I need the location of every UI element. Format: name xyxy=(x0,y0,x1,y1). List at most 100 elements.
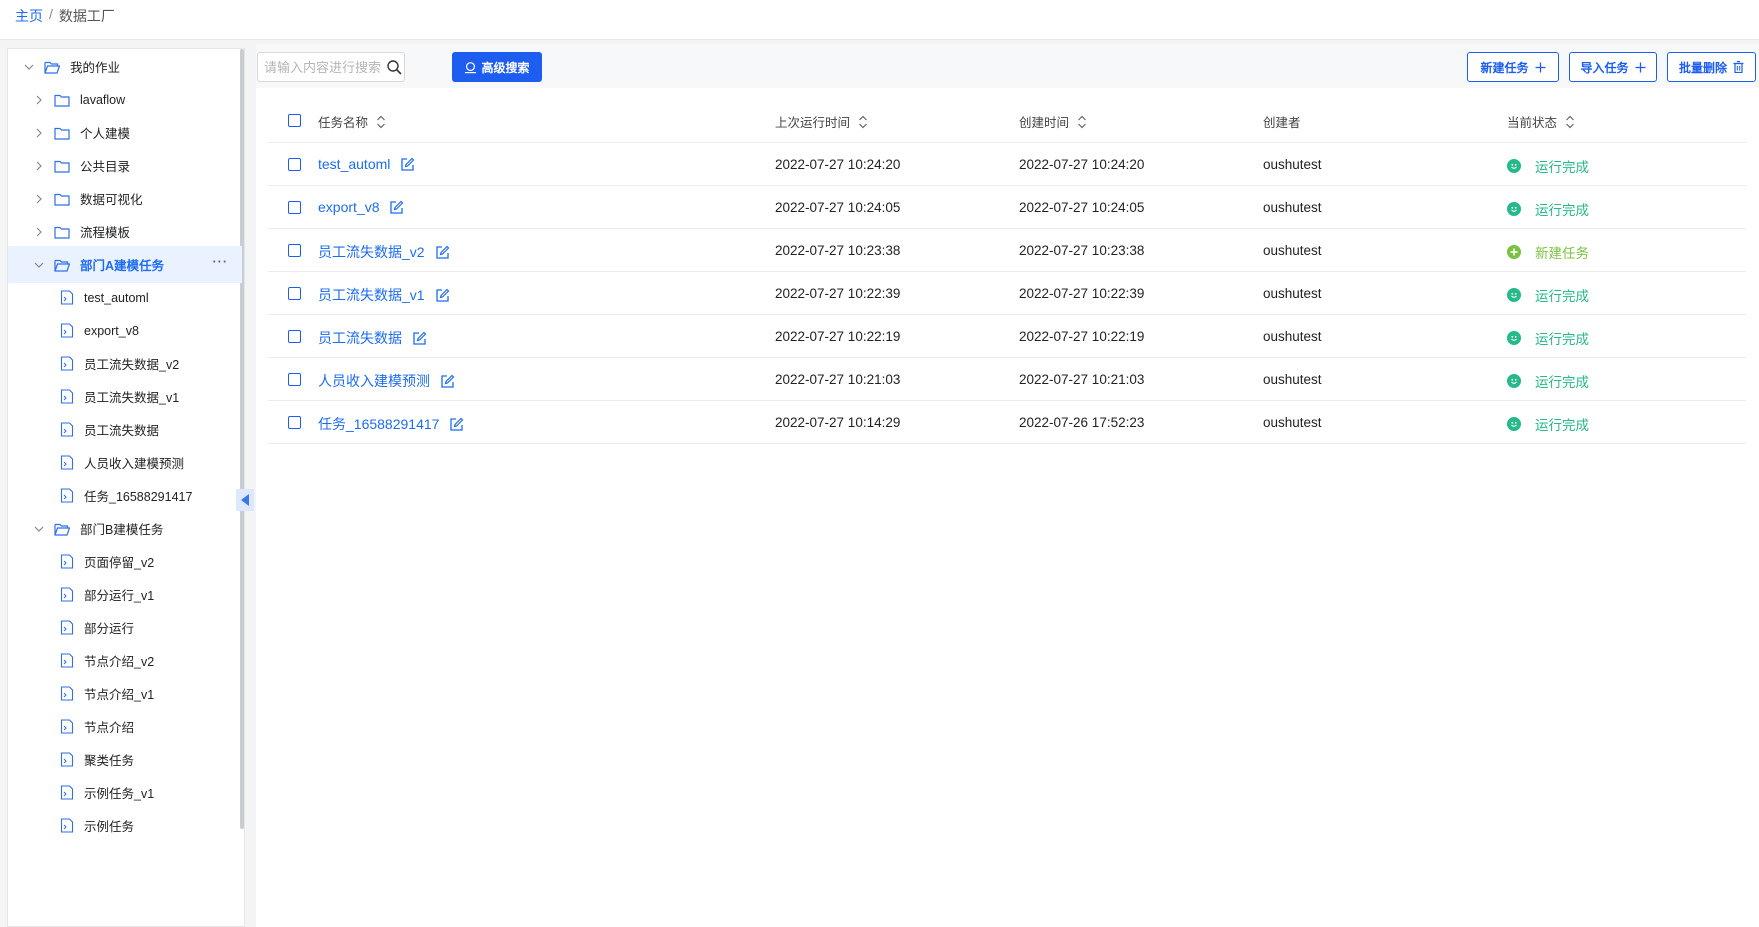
chevron-right-icon[interactable] xyxy=(32,126,46,140)
task-table: 任务名称 上次运行时间 创建时间 创建者 当前状态 test_automl 202… xyxy=(268,98,1746,444)
edit-icon[interactable] xyxy=(400,157,415,172)
task-name-link[interactable]: 员工流失数据_v1 xyxy=(318,285,450,305)
task-file-icon xyxy=(60,488,84,503)
tree-item-task[interactable]: 示例任务_v1 xyxy=(8,774,242,811)
row-checkbox[interactable] xyxy=(288,416,301,429)
tree-item-task[interactable]: 节点介绍 xyxy=(8,708,242,745)
edit-icon[interactable] xyxy=(389,200,404,215)
advanced-search-label: 高级搜索 xyxy=(481,60,530,75)
table-row[interactable]: export_v8 2022-07-27 10:24:05 2022-07-27 1… xyxy=(268,186,1746,229)
chevron-right-icon[interactable] xyxy=(32,192,46,206)
tree-folder[interactable]: 流程模板 xyxy=(8,213,242,250)
tree-item-task[interactable]: 任务_16588291417 xyxy=(8,477,242,514)
chevron-down-icon[interactable] xyxy=(22,60,36,74)
tree-item-task[interactable]: test_automl xyxy=(8,279,242,316)
table-row[interactable]: 任务_16588291417 2022-07-27 10:14:29 2022-07… xyxy=(268,401,1746,444)
table-row[interactable]: 员工流失数据_v1 2022-07-27 10:22:39 2022-07-27 1… xyxy=(268,272,1746,315)
task-name-link[interactable]: 人员收入建模预测 xyxy=(318,371,455,391)
tree-item-task[interactable]: 员工流失数据_v2 xyxy=(8,345,242,382)
row-checkbox[interactable] xyxy=(288,158,301,171)
task-name-link[interactable]: 任务_16588291417 xyxy=(318,414,464,434)
trash-icon xyxy=(1733,61,1744,73)
table-row[interactable]: 员工流失数据_v2 2022-07-27 10:23:38 2022-07-27 1… xyxy=(268,229,1746,272)
edit-icon[interactable] xyxy=(435,288,450,303)
chevron-right-icon[interactable] xyxy=(32,93,46,107)
tree-item-task[interactable]: 部分运行 xyxy=(8,609,242,646)
column-header-status[interactable]: 当前状态 xyxy=(1507,112,1575,131)
tree-folder[interactable]: lavaflow xyxy=(8,81,242,118)
task-name: 人员收入建模预测 xyxy=(318,373,430,389)
task-name-link[interactable]: 员工流失数据_v2 xyxy=(318,242,450,262)
chevron-right-icon[interactable] xyxy=(32,159,46,173)
table-row[interactable]: 员工流失数据 2022-07-27 10:22:19 2022-07-27 10:2… xyxy=(268,315,1746,358)
task-name: 员工流失数据 xyxy=(318,330,402,346)
status-badge: 新建任务 xyxy=(1507,242,1589,262)
task-name: test_automl xyxy=(318,156,391,172)
column-header-created[interactable]: 创建时间 xyxy=(1019,112,1087,131)
folder-icon xyxy=(46,159,80,173)
sidebar-collapse-button[interactable] xyxy=(236,489,254,511)
select-all-checkbox[interactable] xyxy=(288,114,301,127)
created-time: 2022-07-27 10:23:38 xyxy=(1019,243,1145,258)
tree-item-task[interactable]: 示例任务 xyxy=(8,807,242,844)
tree-item-task[interactable]: 聚类任务 xyxy=(8,741,242,778)
task-name-link[interactable]: export_v8 xyxy=(318,199,404,215)
chevron-down-icon[interactable] xyxy=(32,258,46,272)
tree-item-task[interactable]: 部分运行_v1 xyxy=(8,576,242,613)
search-icon[interactable] xyxy=(386,59,402,75)
row-checkbox[interactable] xyxy=(288,287,301,300)
folder-icon xyxy=(46,522,80,536)
smile-icon xyxy=(1507,288,1521,302)
new-task-button[interactable]: 新建任务 xyxy=(1467,52,1559,82)
breadcrumb: 主页 / 数据工厂 xyxy=(15,6,115,26)
batch-delete-button[interactable]: 批量删除 xyxy=(1667,52,1756,82)
created-time: 2022-07-27 10:24:05 xyxy=(1019,200,1145,215)
row-checkbox[interactable] xyxy=(288,330,301,343)
tree-folder-dept-b[interactable]: 部门B建模任务 xyxy=(8,510,242,547)
advanced-search-button[interactable]: 高级搜索 xyxy=(452,52,542,82)
more-options-icon[interactable]: ··· xyxy=(213,255,229,269)
row-checkbox[interactable] xyxy=(288,244,301,257)
edit-icon[interactable] xyxy=(435,245,450,260)
task-file-icon xyxy=(60,620,84,635)
table-row[interactable]: test_automl 2022-07-27 10:24:20 2022-07-27… xyxy=(268,143,1746,186)
breadcrumb-home-link[interactable]: 主页 xyxy=(15,6,43,26)
tree-item-task[interactable]: 员工流失数据_v1 xyxy=(8,378,242,415)
edit-icon[interactable] xyxy=(440,374,455,389)
tree-label: 示例任务 xyxy=(84,820,135,834)
chevron-down-icon[interactable] xyxy=(32,522,46,536)
row-checkbox[interactable] xyxy=(288,201,301,214)
table-row[interactable]: 人员收入建模预测 2022-07-27 10:21:03 2022-07-27 10… xyxy=(268,358,1746,401)
tree-folder[interactable]: 数据可视化 xyxy=(8,180,242,217)
creator: oushutest xyxy=(1263,200,1322,215)
row-checkbox[interactable] xyxy=(288,373,301,386)
edit-icon[interactable] xyxy=(449,417,464,432)
edit-icon[interactable] xyxy=(412,331,427,346)
tree-label: 流程模板 xyxy=(80,226,131,240)
tree-item-task[interactable]: 人员收入建模预测 xyxy=(8,444,242,481)
tree-label: 我的作业 xyxy=(70,61,121,75)
tree-folder[interactable]: 个人建模 xyxy=(8,114,242,151)
task-name-link[interactable]: 员工流失数据 xyxy=(318,328,427,348)
tree-item-task[interactable]: 节点介绍_v2 xyxy=(8,642,242,679)
task-name-link[interactable]: test_automl xyxy=(318,156,415,172)
column-header-last-run[interactable]: 上次运行时间 xyxy=(775,112,868,131)
sort-icon[interactable] xyxy=(1565,115,1575,129)
search-input[interactable] xyxy=(264,59,382,75)
sort-icon[interactable] xyxy=(376,115,386,129)
import-task-button[interactable]: 导入任务 xyxy=(1569,52,1657,82)
column-header-name[interactable]: 任务名称 xyxy=(318,112,386,131)
tree-item-task[interactable]: 员工流失数据 xyxy=(8,411,242,448)
status-label: 运行完成 xyxy=(1535,289,1589,304)
tree-item-task[interactable]: 节点介绍_v1 xyxy=(8,675,242,712)
tree-item-task[interactable]: 页面停留_v2 xyxy=(8,543,242,580)
tree-folder[interactable]: 公共目录 xyxy=(8,147,242,184)
task-file-icon xyxy=(60,785,84,800)
sort-icon[interactable] xyxy=(1077,115,1087,129)
tree-item-task[interactable]: export_v8 xyxy=(8,312,242,349)
tree-root-my-jobs[interactable]: 我的作业 xyxy=(8,49,242,85)
column-label: 创建者 xyxy=(1263,116,1301,130)
sort-icon[interactable] xyxy=(858,115,868,129)
tree-folder-dept-a[interactable]: 部门A建模任务 ··· xyxy=(8,246,242,283)
chevron-right-icon[interactable] xyxy=(32,225,46,239)
